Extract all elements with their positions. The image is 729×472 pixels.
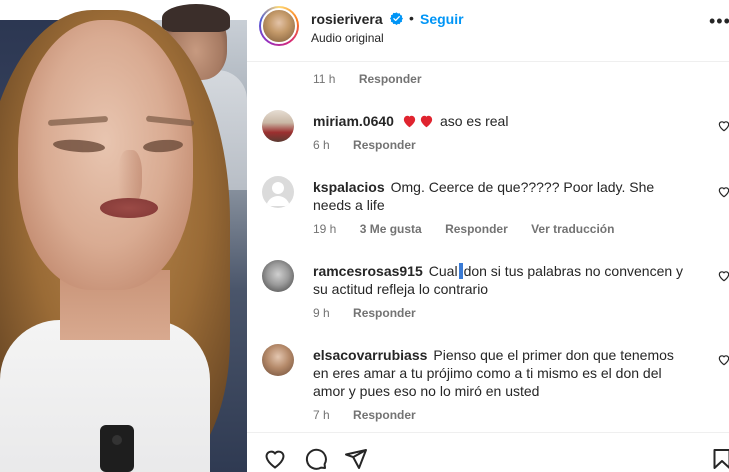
like-comment-heart-icon[interactable] [717,185,729,199]
save-bookmark-icon[interactable] [710,447,729,471]
commenter-avatar-placeholder[interactable] [262,176,294,208]
comment-item: kspalacios Omg. Ceerce de que????? Poor l… [247,174,729,244]
text-cursor [458,263,463,279]
media-lapel-microphone [100,425,134,472]
media-subject-eye-right [142,138,184,154]
comment-item: miriam.0640 aso es real 6 h Responder [247,106,729,166]
comment-meta: 11 h Responder [313,72,442,86]
comment-time: 19 h [313,222,337,236]
commenter-username[interactable]: miriam.0640 [313,113,394,129]
comment-meta: 6 h Responder [313,138,436,152]
more-options-icon[interactable]: ••• [709,12,729,30]
media-background-person-hair [162,4,230,32]
reply-button[interactable]: Responder [353,306,416,320]
post-side-panel: rosierivera • Seguir Audio original ••• … [247,0,729,472]
commenter-username[interactable]: kspalacios [313,179,385,195]
reply-button[interactable]: Responder [353,408,416,422]
commenter-username[interactable]: elsacovarrubiass [313,347,427,363]
default-avatar-icon [266,182,290,206]
media-subject-brow-right [145,115,195,127]
comment-text: aso es real [439,113,509,129]
like-count[interactable]: 3 Me gusta [360,222,422,236]
comment-text-part: Cual [428,263,458,279]
comment-bubble-icon[interactable] [304,447,328,471]
post-header: rosierivera • Seguir Audio original ••• [247,0,729,62]
post-action-bar [247,432,729,472]
author-avatar-image [261,8,297,44]
comment-time: 7 h [313,408,330,422]
comment-meta: 7 h Responder [313,408,436,422]
reply-button[interactable]: Responder [353,138,416,152]
media-lapel-microphone-grille [112,435,122,445]
like-comment-heart-icon[interactable] [717,119,729,133]
audio-label[interactable]: Audio original [311,31,384,45]
media-subject-nose [118,150,142,205]
follow-button[interactable]: Seguir [420,11,464,27]
comment-body: miriam.0640 aso es real [313,112,693,130]
like-comment-heart-icon[interactable] [717,353,729,367]
media-subject-eye-left [52,138,106,154]
author-avatar[interactable] [259,6,299,46]
comment-time: 9 h [313,306,330,320]
comment-meta: 9 h Responder [313,306,436,320]
post-media[interactable] [0,0,247,472]
commenter-avatar[interactable] [262,344,294,376]
comment-item: ramcesrosas915 Cual don si tus palabras no… [247,258,729,328]
header-separator: • [409,10,414,26]
comment-meta: 19 h 3 Me gusta Responder Ver traducción [313,222,634,236]
comment-item: elsacovarrubiass Pienso que el primer don… [247,342,729,432]
media-subject-brow-left [47,115,109,127]
commenter-avatar[interactable] [262,260,294,292]
media-subject-lips [100,198,158,218]
commenter-avatar[interactable] [262,110,294,142]
comment-body: kspalacios Omg. Ceerce de que????? Poor l… [313,178,693,214]
commenter-username[interactable]: ramcesrosas915 [313,263,423,279]
reply-button[interactable]: Responder [445,222,508,236]
comment-body: elsacovarrubiass Pienso que el primer don… [313,346,693,400]
see-translation-button[interactable]: Ver traducción [531,222,614,236]
comment-body: ramcesrosas915 Cual don si tus palabras no… [313,262,693,298]
author-username[interactable]: rosierivera [311,11,383,27]
comment-time: 11 h [313,72,336,86]
comments-list[interactable]: 11 h Responder miriam.0640 aso es real 6 … [247,62,729,432]
comment-time: 6 h [313,138,330,152]
reply-button[interactable]: Responder [359,72,422,86]
like-heart-icon[interactable] [263,447,287,471]
like-comment-heart-icon[interactable] [717,269,729,283]
media-subject-face [18,20,195,290]
share-paper-plane-icon[interactable] [344,447,368,471]
red-heart-emoji-icon [403,115,416,128]
verified-badge-icon [390,12,403,25]
red-heart-emoji-icon [420,115,433,128]
